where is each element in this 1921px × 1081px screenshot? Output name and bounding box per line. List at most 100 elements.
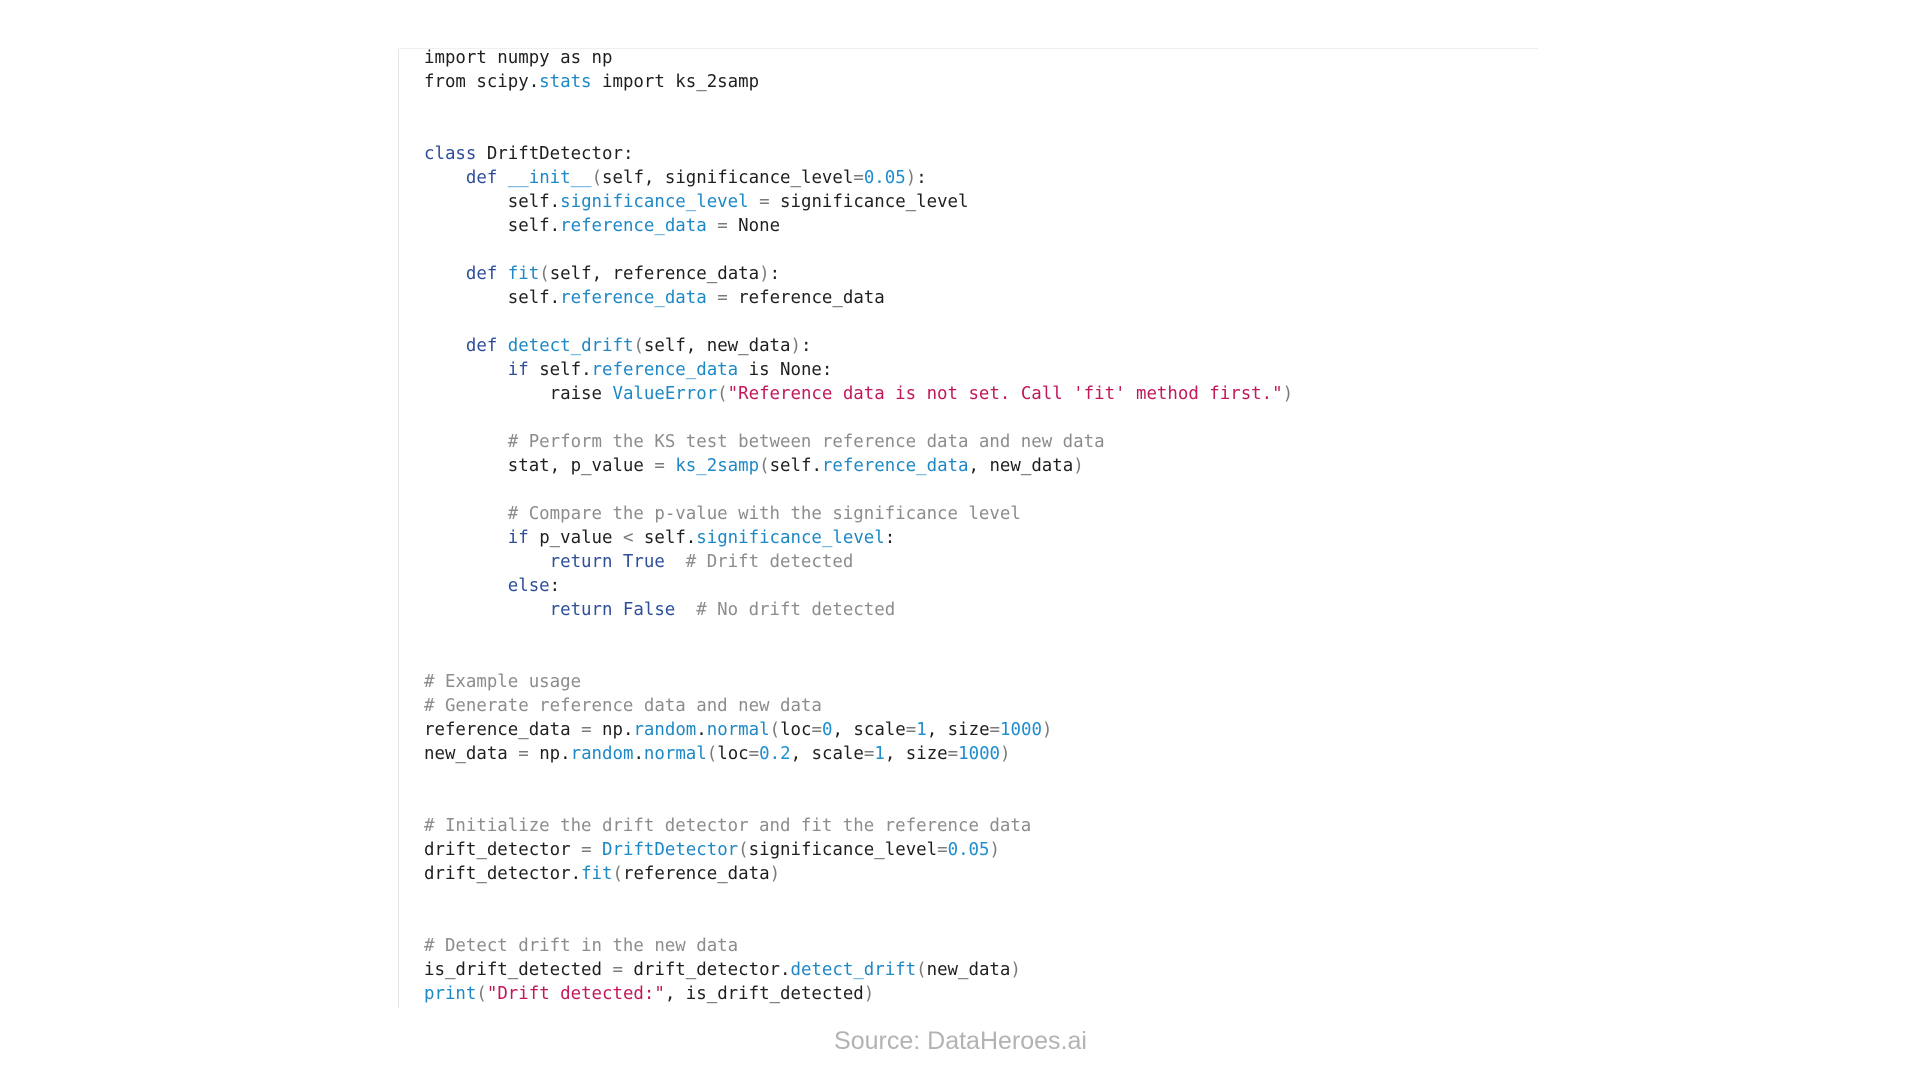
code-line: self.reference_data = reference_data [424, 286, 1293, 310]
code-line: if p_value < self.significance_level: [424, 526, 1293, 550]
code-line: self.reference_data = None [424, 214, 1293, 238]
code-token: ( [539, 264, 550, 284]
code-token: self, significance_level [602, 168, 854, 188]
code-token: ) [769, 864, 781, 884]
code-line: if self.reference_data is None: [424, 358, 1293, 382]
code-line: drift_detector = DriftDetector(significa… [424, 838, 1293, 862]
code-token: 0.05 [947, 840, 990, 860]
code-token: ( [591, 168, 603, 188]
code-token: ( [738, 840, 749, 860]
code-token: DriftDetector: [476, 144, 634, 164]
code-token: ( [476, 984, 487, 1004]
code-token: new_data [926, 960, 1011, 980]
code-token: def [465, 336, 498, 356]
code-token: random [633, 720, 697, 740]
code-token: ) [989, 840, 1000, 860]
code-token: reference_data [727, 288, 885, 308]
code-token: # Example usage [424, 672, 582, 692]
code-token: p_value [528, 528, 623, 548]
code-token: ) [905, 168, 917, 188]
code-token: significance_level [748, 840, 938, 860]
code-token: import numpy as np [424, 48, 613, 68]
code-line: is_drift_detected = drift_detector.detec… [424, 958, 1293, 982]
code-token: def [465, 168, 498, 188]
code-token: ks_2samp [675, 456, 760, 476]
code-token: : [916, 168, 927, 188]
code-token: = [937, 840, 948, 860]
code-token: < [622, 528, 634, 548]
code-token: def [465, 264, 498, 284]
code-token: , size [884, 744, 948, 764]
code-token: ( [612, 864, 623, 884]
code-token: new_data [424, 744, 519, 764]
code-token: __init__ [507, 168, 592, 188]
code-token: ( [769, 720, 781, 740]
code-token: if [507, 360, 529, 380]
code-token: = [863, 744, 875, 764]
code-line: # Example usage [424, 670, 1293, 694]
code-token: np. [591, 720, 634, 740]
code-line: def __init__(self, significance_level=0.… [424, 166, 1293, 190]
code-token: 0.2 [759, 744, 791, 764]
code-line: drift_detector.fit(reference_data) [424, 862, 1293, 886]
code-line: def detect_drift(self, new_data): [424, 334, 1293, 358]
code-token: reference_data [591, 360, 739, 380]
code-line: # Generate reference data and new data [424, 694, 1293, 718]
code-token: = [947, 744, 959, 764]
code-token: ) [1073, 456, 1084, 476]
code-token: is None: [738, 360, 833, 380]
code-token: 1000 [958, 744, 1001, 764]
code-token: : [801, 336, 812, 356]
code-token: # Initialize the drift detector and fit … [424, 816, 1032, 836]
code-token: fit [507, 264, 540, 284]
code-token: significance_level [769, 192, 969, 212]
source-caption: Source: DataHeroes.ai [834, 1027, 1087, 1055]
code-token: = [759, 192, 770, 212]
code-token: detect_drift [507, 336, 634, 356]
code-token: fit [581, 864, 613, 884]
code-token: reference_data [560, 288, 707, 308]
code-line: raise ValueError("Reference data is not … [424, 382, 1293, 406]
code-token: drift_detector [424, 840, 582, 860]
code-token: ValueError [612, 384, 718, 404]
code-token: 1 [874, 744, 885, 764]
code-token: ( [633, 336, 644, 356]
code-line: print("Drift detected:", is_drift_detect… [424, 982, 1293, 1006]
code-token: class [424, 144, 477, 164]
code-token: ( [916, 960, 927, 980]
code-token: = [989, 720, 1001, 740]
code-token: self. [424, 192, 561, 212]
code-token: significance_level [560, 192, 749, 212]
code-token: ) [1041, 720, 1053, 740]
code-token: # Drift detected [685, 552, 854, 572]
code-line: stat, p_value = ks_2samp(self.reference_… [424, 454, 1293, 478]
code-token: loc [780, 720, 812, 740]
code-line: import numpy as np [424, 46, 1293, 70]
code-token: : [549, 576, 561, 596]
code-token: stat, p_value [424, 456, 655, 476]
code-token: reference_data [424, 720, 582, 740]
code-token: self, reference_data [549, 264, 760, 284]
code-token: self. [769, 456, 822, 476]
code-token: reference_data [821, 456, 969, 476]
code-line: return False # No drift detected [424, 598, 1293, 622]
